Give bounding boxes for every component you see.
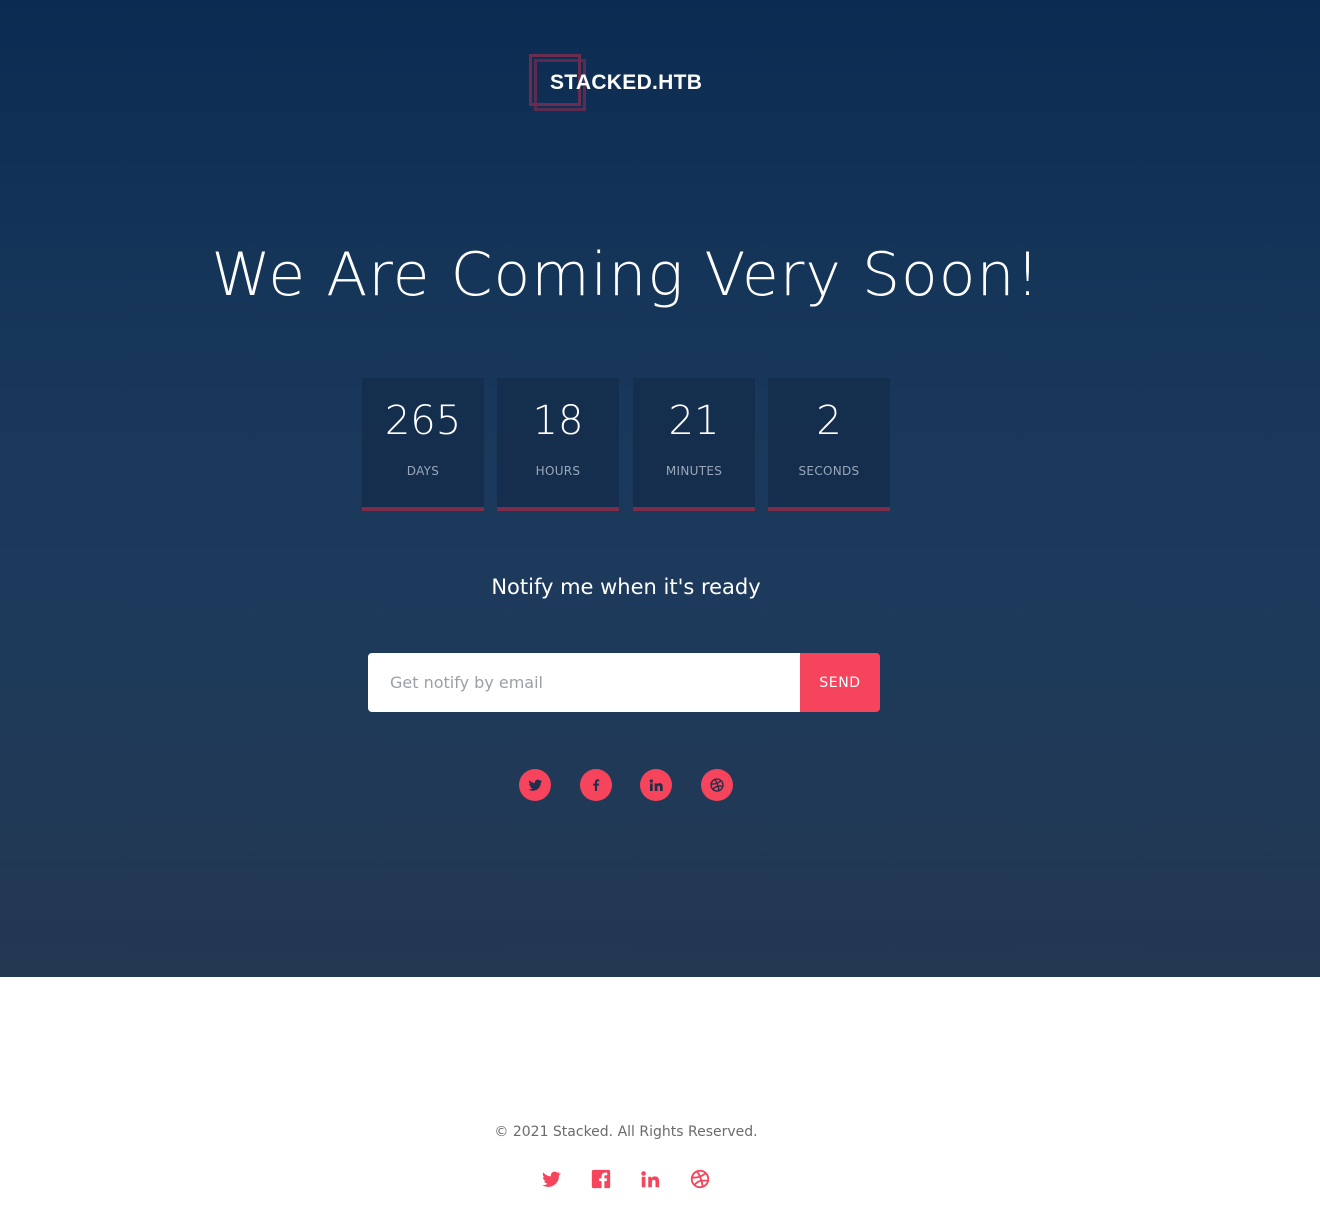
- countdown-hours: 18 HOURS: [497, 378, 619, 511]
- dribbble-link[interactable]: [701, 769, 733, 801]
- countdown-value: 21: [668, 398, 720, 444]
- hero-section: STACKED.HTB We Are Coming Very Soon! 265…: [0, 0, 1320, 977]
- twitter-icon: [528, 779, 543, 791]
- countdown-value: 265: [384, 398, 462, 444]
- footer-twitter-link[interactable]: [539, 1167, 563, 1191]
- notify-form: SEND: [368, 653, 880, 712]
- facebook-square-icon: [591, 1169, 611, 1189]
- footer-copyright: © 2021 Stacked. All Rights Reserved.: [494, 1124, 758, 1140]
- facebook-icon: [593, 779, 600, 791]
- dribbble-icon: [690, 1169, 710, 1189]
- countdown-label: DAYS: [406, 464, 440, 478]
- facebook-link[interactable]: [580, 769, 612, 801]
- notify-heading: Notify me when it's ready: [491, 575, 761, 599]
- linkedin-icon: [649, 779, 663, 791]
- countdown-value: 18: [532, 398, 584, 444]
- countdown-seconds: 2 SECONDS: [768, 378, 890, 511]
- email-input[interactable]: [368, 653, 800, 712]
- countdown-minutes: 21 MINUTES: [633, 378, 755, 511]
- linkedin-icon: [641, 1171, 660, 1188]
- dribbble-icon: [710, 778, 724, 792]
- countdown-days: 265 DAYS: [362, 378, 484, 511]
- send-button[interactable]: SEND: [800, 653, 880, 712]
- twitter-icon: [542, 1171, 561, 1187]
- footer-facebook-link[interactable]: [589, 1167, 613, 1191]
- countdown-label: SECONDS: [798, 464, 860, 478]
- countdown-value: 2: [816, 398, 842, 444]
- twitter-link[interactable]: [519, 769, 551, 801]
- countdown-label: MINUTES: [665, 464, 723, 478]
- countdown-label: HOURS: [535, 464, 581, 478]
- footer-linkedin-link[interactable]: [638, 1167, 662, 1191]
- brand-logo[interactable]: STACKED.HTB: [529, 54, 729, 114]
- brand-name: STACKED.HTB: [550, 71, 703, 94]
- page-headline: We Are Coming Very Soon!: [211, 240, 1041, 310]
- footer-dribbble-link[interactable]: [688, 1167, 712, 1191]
- linkedin-link[interactable]: [640, 769, 672, 801]
